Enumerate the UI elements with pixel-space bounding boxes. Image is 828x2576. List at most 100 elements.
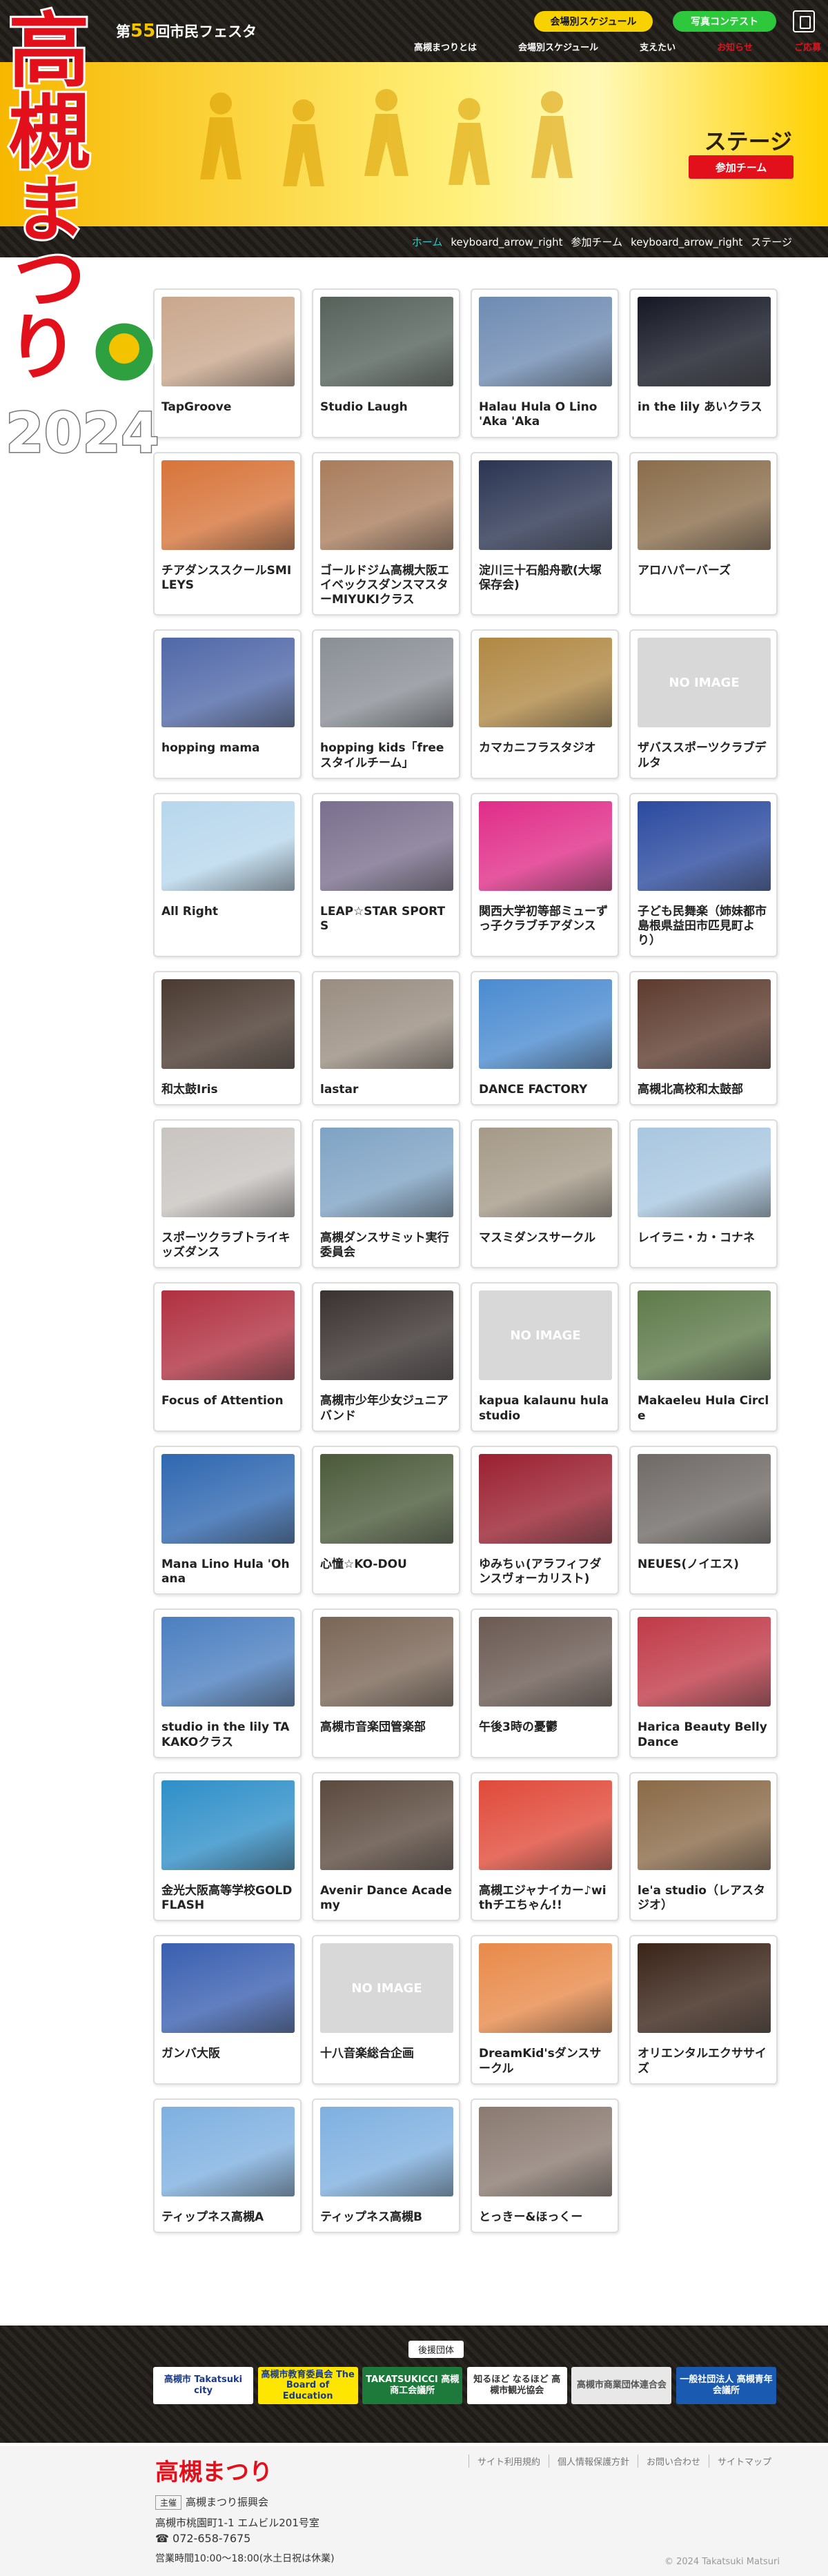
team-card[interactable]: Harica Beauty Belly Dance <box>629 1609 778 1758</box>
team-card[interactable]: スポーツクラブトライキッズダンス <box>153 1119 302 1269</box>
team-photo <box>479 1127 612 1217</box>
menu-icon[interactable] <box>793 10 815 32</box>
sponsor-logo[interactable]: 知るほど なるほど 高槻市観光協会 <box>466 2367 567 2404</box>
team-card[interactable]: 高槻市少年少女ジュニアバンド <box>312 1282 460 1432</box>
nav-item-apply[interactable]: ご応募 <box>794 40 821 53</box>
team-card[interactable]: ゴールドジム高槻大阪エイベックスダンスマスターMIYUKIクラス <box>312 451 460 616</box>
team-card[interactable]: 午後3時の憂鬱 <box>471 1609 619 1758</box>
team-card[interactable]: NO IMAGE 十八音楽総合企画 <box>312 1935 460 2085</box>
team-card[interactable]: アロハパーバーズ <box>629 451 778 616</box>
phone-number[interactable]: 072-658-7675 <box>172 2532 250 2545</box>
team-name: ガンバ大阪 <box>161 2047 220 2061</box>
team-card[interactable]: DreamKid'sダンスサークル <box>471 1935 619 2085</box>
team-card[interactable]: DANCE FACTORY <box>471 970 619 1105</box>
team-card[interactable]: 和太鼓Iris <box>153 970 302 1105</box>
breadcrumb-home[interactable]: ホーム <box>412 235 443 249</box>
team-card[interactable]: Makaeleu Hula Circle <box>629 1282 778 1432</box>
team-card[interactable]: ガンバ大阪 <box>153 1935 302 2085</box>
footer-logo[interactable]: 高槻まつり <box>155 2453 273 2487</box>
sponsor-logo[interactable]: 高槻市商業団体連合会 <box>571 2367 672 2404</box>
no-image-label: NO IMAGE <box>669 675 740 690</box>
team-card[interactable]: NO IMAGE kapua kalaunu hula studio <box>471 1282 619 1432</box>
team-name: lastar <box>320 1082 359 1097</box>
team-card[interactable]: Halau Hula O Lino 'Aka 'Aka <box>471 288 619 438</box>
team-card[interactable]: Mana Lino Hula 'Ohana <box>153 1445 302 1595</box>
photo-contest-button[interactable]: 写真コンテスト <box>673 11 776 32</box>
team-card[interactable]: 関西大学初等部ミューずっ子クラブチアダンス <box>471 792 619 957</box>
footer-link-privacy[interactable]: 個人情報保護方針 <box>548 2455 638 2468</box>
header-nav: 高槻まつりとは 会場別スケジュール 支えたい お知らせ ご応募 <box>414 40 821 53</box>
nav-item-news[interactable]: お知らせ <box>717 40 753 53</box>
nav-item-schedule[interactable]: 会場別スケジュール <box>518 40 598 53</box>
team-card[interactable]: 高槻市音楽団管楽部 <box>312 1609 460 1758</box>
team-card[interactable]: オリエンタルエクササイズ <box>629 1935 778 2085</box>
team-name: 和太鼓Iris <box>161 1082 218 1097</box>
team-photo <box>320 1617 453 1707</box>
breadcrumb-teams[interactable]: 参加チーム <box>571 235 623 249</box>
team-photo <box>161 1617 295 1707</box>
team-card[interactable]: Studio Laugh <box>312 288 460 438</box>
team-card[interactable]: Avenir Dance Academy <box>312 1771 460 1922</box>
sponsor-logos: 高槻市 Takatsuki city 高槻市教育委員会 The Board of … <box>153 2367 776 2404</box>
team-card[interactable]: NEUES(ノイエス) <box>629 1445 778 1595</box>
team-name: チアダンススクールSMILEYS <box>161 563 292 592</box>
team-card[interactable]: NO IMAGE ザバススポーツクラブデルタ <box>629 629 778 779</box>
team-name: TapGroove <box>161 400 232 414</box>
team-card[interactable]: 子ども民舞楽（姉妹都市島根県益田市匹見町より） <box>629 792 778 957</box>
footer-link-terms[interactable]: サイト利用規約 <box>468 2455 549 2468</box>
team-card[interactable]: le'a studio（レアスタジオ） <box>629 1771 778 1922</box>
team-photo <box>479 460 612 550</box>
team-photo <box>161 1780 295 1870</box>
sponsor-logo[interactable]: TAKATSUKICCI 高槻商工会議所 <box>362 2367 463 2404</box>
team-photo <box>161 2106 295 2196</box>
team-card[interactable]: チアダンススクールSMILEYS <box>153 451 302 616</box>
team-card[interactable]: All Right <box>153 792 302 957</box>
team-card[interactable]: studio in the lily TAKAKOクラス <box>153 1609 302 1758</box>
sponsor-logo[interactable]: 高槻市教育委員会 The Board of Education <box>257 2367 358 2404</box>
team-card[interactable]: hopping mama <box>153 629 302 779</box>
team-name: Harica Beauty Belly Dance <box>638 1720 767 1749</box>
team-name: 高槻エジャナイカー♪withチエちゃん!! <box>479 1883 607 1912</box>
team-name: カマカニフラスタジオ <box>479 741 596 756</box>
team-card[interactable]: LEAP☆STAR SPORTS <box>312 792 460 957</box>
team-name: ザバススポーツクラブデルタ <box>638 741 767 770</box>
team-name: All Right <box>161 904 219 918</box>
schedule-button[interactable]: 会場別スケジュール <box>534 11 653 32</box>
takatsuki-matsuri-logo[interactable]: 高槻 まつり 2024 <box>0 0 166 462</box>
team-card[interactable]: ゆみちぃ(アラフィフダンスヴォーカリスト) <box>471 1445 619 1595</box>
team-name: hopping mama <box>161 741 260 756</box>
team-card[interactable]: 心憧☆KO-DOU <box>312 1445 460 1595</box>
team-photo <box>320 297 453 386</box>
nav-item-about[interactable]: 高槻まつりとは <box>414 40 477 53</box>
team-card[interactable]: 高槻エジャナイカー♪withチエちゃん!! <box>471 1771 619 1922</box>
team-card[interactable]: マスミダンスサークル <box>471 1119 619 1269</box>
team-card[interactable]: in the lily あいクラス <box>629 288 778 438</box>
team-photo <box>161 1127 295 1217</box>
team-card[interactable]: lastar <box>312 970 460 1105</box>
footer-link-sitemap[interactable]: サイトマップ <box>708 2455 780 2468</box>
sponsor-logo[interactable]: 一般社団法人 高槻青年会議所 <box>676 2367 776 2404</box>
team-card[interactable]: レイラニ・カ・コナネ <box>629 1119 778 1269</box>
team-card[interactable]: TapGroove <box>153 288 302 438</box>
team-photo <box>479 638 612 728</box>
team-card[interactable]: 金光大阪高等学校GOLD FLASH <box>153 1771 302 1922</box>
team-card[interactable]: ティップネス高槻A <box>153 2098 302 2233</box>
team-card[interactable]: とっきー&ほっくー <box>471 2098 619 2233</box>
team-card[interactable]: 高槻ダンスサミット実行委員会 <box>312 1119 460 1269</box>
team-photo <box>638 1617 771 1707</box>
nav-item-support[interactable]: 支えたい <box>640 40 676 53</box>
team-card[interactable]: 淀川三十石船舟歌(大塚保存会) <box>471 451 619 616</box>
sponsor-logo[interactable]: 高槻市 Takatsuki city <box>153 2367 253 2404</box>
team-name: 高槻ダンスサミット実行委員会 <box>320 1230 449 1259</box>
team-card[interactable]: カマカニフラスタジオ <box>471 629 619 779</box>
team-name: とっきー&ほっくー <box>479 2210 583 2224</box>
team-photo: NO IMAGE <box>320 1943 453 2034</box>
footer-link-contact[interactable]: お問い合わせ <box>637 2455 709 2468</box>
team-card[interactable]: hopping kids「freeスタイルチーム」 <box>312 629 460 779</box>
team-card[interactable]: Focus of Attention <box>153 1282 302 1432</box>
team-photo <box>638 297 771 386</box>
team-photo <box>320 638 453 728</box>
team-card[interactable]: ティップネス高槻B <box>312 2098 460 2233</box>
logo-text-matsuri: まつり <box>7 167 86 390</box>
team-card[interactable]: 高槻北高校和太鼓部 <box>629 970 778 1105</box>
